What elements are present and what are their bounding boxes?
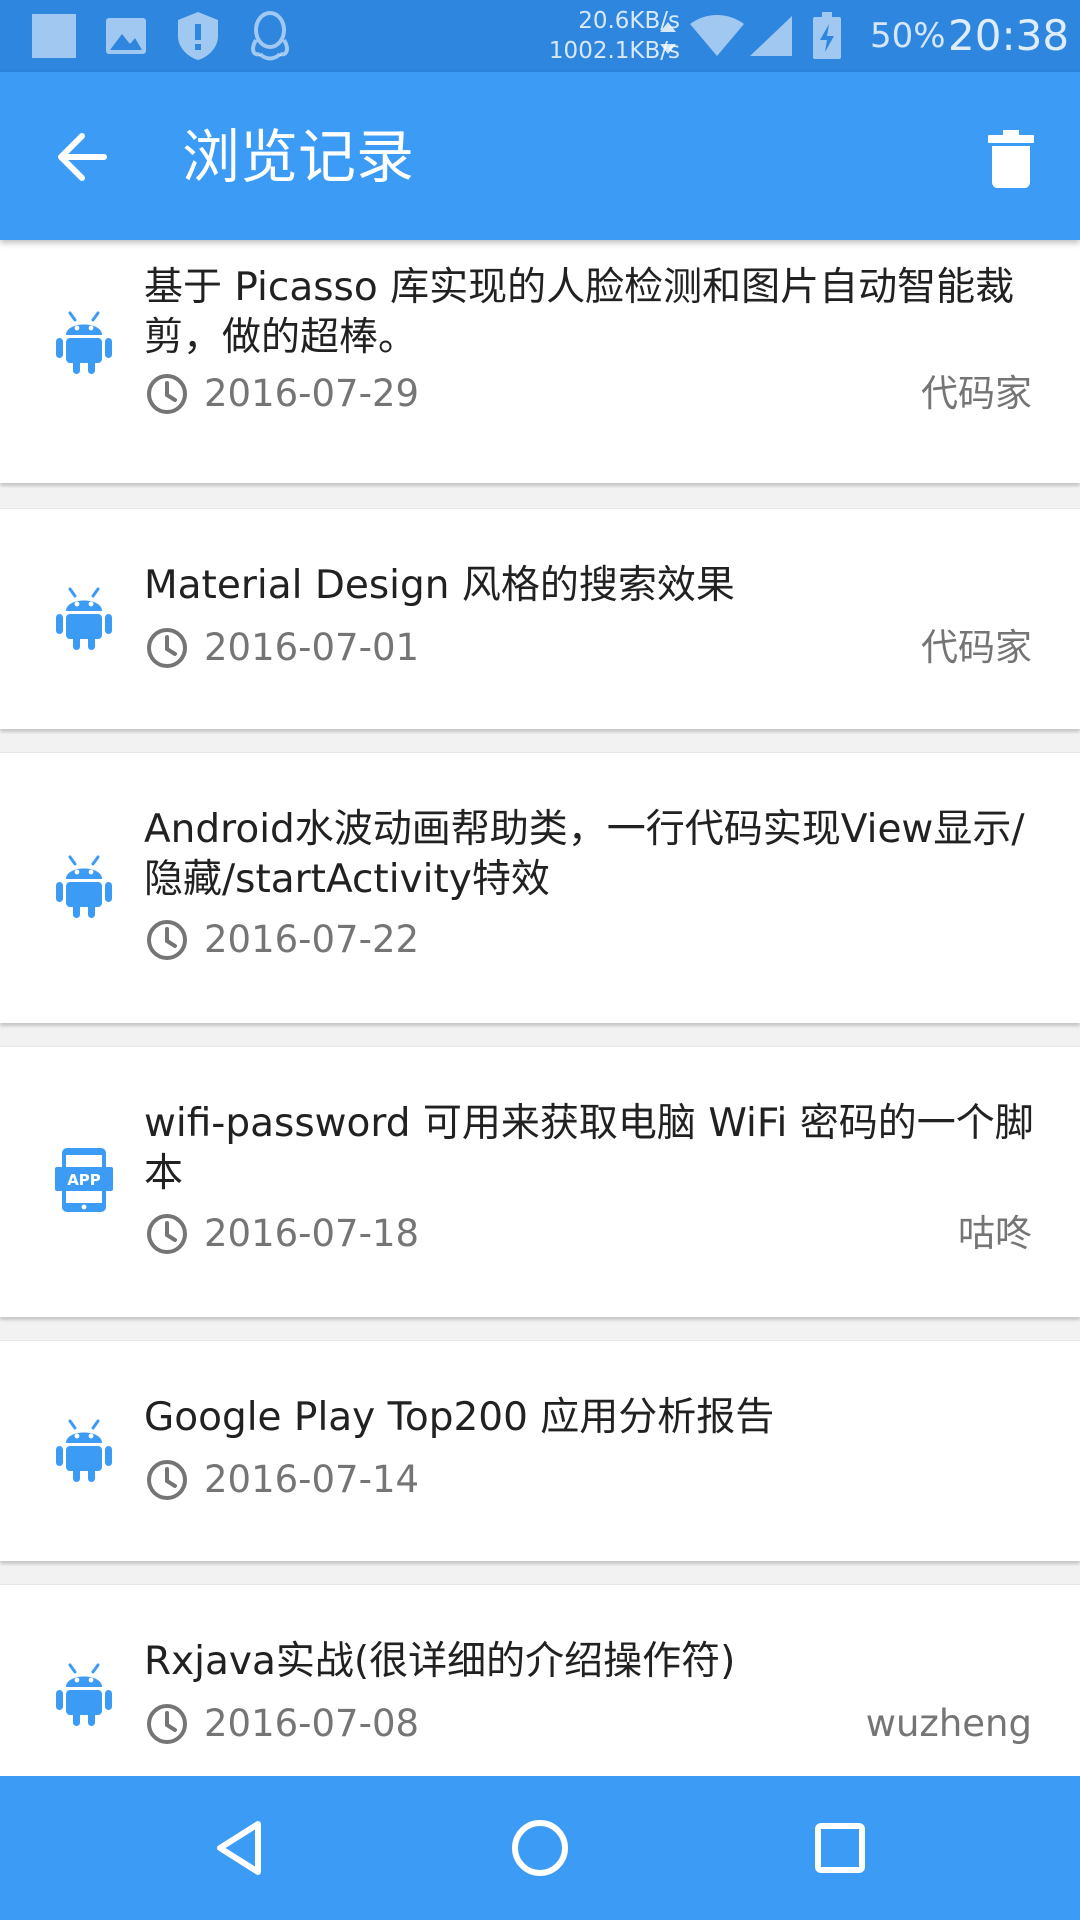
battery-percent: 50% [870, 16, 946, 56]
arrow-left-icon [58, 133, 107, 181]
status-bar: 20.6KB/s 1002.1KB/s 50% 20:38 [0, 0, 1080, 72]
item-title: Google Play Top200 应用分析报告 [144, 1395, 775, 1440]
app-icon: APP [55, 1148, 113, 1212]
list-item[interactable]: Google Play Top200 应用分析报告 2016-07-14 [0, 1340, 1080, 1561]
home-circle-icon [512, 1820, 568, 1876]
download-speed: 1002.1KB/s [548, 38, 680, 64]
clock-icon [147, 1214, 187, 1254]
item-title: 基于 Picasso 库实现的人脸检测和图片自动智能裁剪，做的超棒。 [144, 265, 1015, 360]
nav-back-button[interactable] [190, 1798, 290, 1898]
android-icon [56, 855, 112, 918]
android-icon [56, 1419, 112, 1482]
qq-icon [251, 11, 289, 61]
nav-recents-button[interactable] [790, 1798, 890, 1898]
item-title: wifi-password 可用来获取电脑 WiFi 密码的一个脚本 [144, 1101, 1034, 1196]
item-author: 咕咚 [958, 1212, 1032, 1255]
list-item[interactable]: Material Design 风格的搜索效果 2016-07-01 代码家 [0, 508, 1080, 729]
status-clock: 20:38 [948, 11, 1070, 60]
android-icon [56, 311, 112, 374]
history-list[interactable]: 基于 Picasso 库实现的人脸检测和图片自动智能裁剪，做的超棒。 2016-… [0, 240, 1080, 1776]
android-icon [56, 1663, 112, 1726]
nav-home-button[interactable] [490, 1798, 590, 1898]
item-author: 代码家 [921, 626, 1032, 669]
clock-icon [147, 628, 187, 668]
wifi-icon [690, 15, 744, 56]
clock-icon [147, 1460, 187, 1500]
item-date: 2016-07-18 [204, 1212, 420, 1255]
navigation-bar [0, 1776, 1080, 1920]
clock-icon [147, 1704, 187, 1744]
item-author: 代码家 [921, 372, 1032, 415]
page-title: 浏览记录 [182, 123, 415, 191]
app-bar: 浏览记录 [0, 72, 1080, 240]
item-date: 2016-07-14 [204, 1458, 420, 1501]
clock-icon [147, 920, 187, 960]
list-item[interactable]: APP wifi-password 可用来获取电脑 WiFi 密码的一个脚本 2… [0, 1046, 1080, 1317]
item-date: 2016-07-08 [204, 1702, 420, 1745]
item-date: 2016-07-22 [204, 918, 420, 961]
battery-icon [813, 12, 841, 59]
list-item[interactable]: Android水波动画帮助类，一行代码实现View显示/隐藏/startActi… [0, 752, 1080, 1023]
trash-icon [988, 130, 1034, 188]
item-author: wuzheng [865, 1702, 1032, 1745]
image-icon [32, 14, 76, 58]
clock-icon [147, 374, 187, 414]
list-item[interactable]: 基于 Picasso 库实现的人脸检测和图片自动智能裁剪，做的超棒。 2016-… [0, 240, 1080, 483]
shield-icon [178, 12, 218, 60]
recents-square-icon [815, 1823, 865, 1873]
android-icon [56, 587, 112, 650]
gallery-icon [106, 18, 146, 54]
item-date: 2016-07-01 [204, 626, 420, 669]
upload-speed: 20.6KB/s [578, 8, 680, 34]
cell-signal-icon [750, 16, 792, 56]
network-arrows-icon [660, 22, 676, 54]
item-title: Material Design 风格的搜索效果 [144, 563, 735, 608]
delete-button[interactable] [976, 122, 1046, 202]
svg-text:APP: APP [67, 1171, 101, 1189]
item-date: 2016-07-29 [204, 372, 420, 415]
network-speed: 20.6KB/s 1002.1KB/s [510, 6, 680, 66]
list-item[interactable]: Rxjava实战(很详细的介绍操作符) 2016-07-08 wuzheng [0, 1584, 1080, 1776]
back-button[interactable] [40, 116, 130, 196]
item-title: Android水波动画帮助类，一行代码实现View显示/隐藏/startActi… [144, 807, 1025, 902]
item-title: Rxjava实战(很详细的介绍操作符) [144, 1639, 736, 1684]
back-triangle-icon [217, 1821, 261, 1875]
